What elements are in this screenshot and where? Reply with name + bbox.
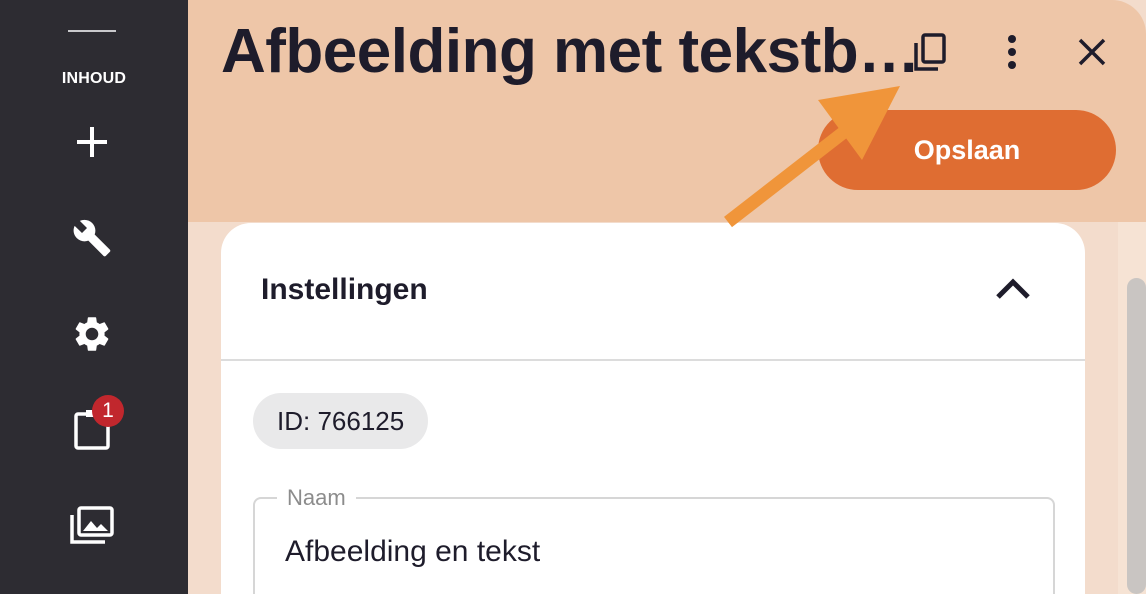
image-library-icon — [69, 505, 115, 550]
id-chip: ID: 766125 — [253, 393, 429, 449]
settings-card: Instellingen ID: 766125 Naam — [221, 223, 1085, 594]
name-input[interactable] — [285, 535, 1025, 569]
tools-button[interactable] — [62, 210, 122, 270]
collapse-toggle[interactable] — [991, 273, 1035, 309]
more-button[interactable] — [988, 30, 1036, 78]
scrollbar-thumb[interactable] — [1127, 278, 1146, 594]
plus-icon — [75, 125, 109, 164]
chevron-up-icon — [995, 277, 1031, 306]
close-icon — [1077, 37, 1107, 72]
name-field-label: Naam — [277, 485, 356, 511]
add-button[interactable] — [62, 114, 122, 174]
settings-button[interactable] — [62, 306, 122, 366]
gear-icon — [71, 313, 113, 360]
sidebar-section-label: INHOUD — [61, 70, 127, 87]
page-title: Afbeelding met tekstb… — [221, 17, 920, 86]
copy-icon — [910, 31, 950, 78]
name-field: Naam — [253, 485, 1055, 594]
more-vertical-icon — [1007, 34, 1017, 75]
notification-badge: 1 — [92, 395, 124, 427]
section-title: Instellingen — [261, 273, 428, 306]
media-library-button[interactable] — [62, 497, 122, 557]
wrench-icon — [72, 218, 112, 263]
sidebar: INHOUD 1 — [0, 0, 188, 594]
save-button[interactable]: Opslaan — [818, 110, 1116, 190]
copy-button[interactable] — [906, 30, 954, 78]
close-button[interactable] — [1068, 30, 1116, 78]
drag-handle[interactable] — [68, 30, 116, 32]
settings-section-header[interactable]: Instellingen — [221, 223, 1085, 361]
editor-header: Afbeelding met tekstb… Opslaan — [188, 0, 1146, 222]
